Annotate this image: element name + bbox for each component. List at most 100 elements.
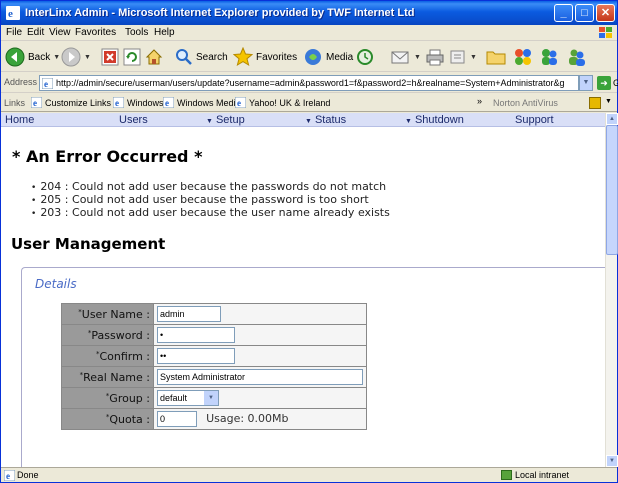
- search-button[interactable]: Search: [175, 46, 228, 68]
- forward-arrow-icon: [61, 47, 81, 67]
- ie-icon: e: [6, 6, 20, 20]
- address-bar: Address e http://admin/secure/userman/us…: [1, 73, 618, 93]
- details-legend: Details: [32, 277, 80, 291]
- minimize-button[interactable]: _: [554, 4, 573, 22]
- address-input[interactable]: e http://admin/secure/userman/users/upda…: [39, 75, 579, 91]
- menu-file[interactable]: File: [6, 27, 22, 38]
- menu-bar: File Edit View Favorites Tools Help: [1, 25, 617, 41]
- mail-button[interactable]: ▼: [391, 46, 421, 68]
- form-row-realname: *Real Name :: [61, 366, 367, 388]
- close-button[interactable]: ✕: [596, 4, 615, 22]
- stop-icon: [101, 48, 119, 66]
- norton-icon[interactable]: [589, 97, 601, 109]
- link-windows-media[interactable]: e Windows Media: [163, 97, 241, 108]
- group-select[interactable]: default ▼: [157, 390, 219, 406]
- link-customize[interactable]: e Customize Links: [31, 97, 111, 108]
- menu-favorites[interactable]: Favorites: [75, 27, 116, 38]
- svg-text:e: e: [237, 98, 241, 108]
- user-details-form: *User Name : *Password : *Confirm : *Rea…: [61, 303, 367, 430]
- nav-shutdown[interactable]: ▼ Shutdown: [405, 114, 464, 126]
- printer-icon: [426, 49, 444, 66]
- local-intranet-icon: [501, 470, 512, 480]
- form-row-confirm: *Confirm :: [61, 345, 367, 367]
- people-icon: [569, 49, 585, 66]
- chevron-down-icon: ▼: [414, 53, 421, 61]
- folder-button[interactable]: [486, 46, 506, 68]
- go-arrow-icon: ➜: [597, 76, 611, 90]
- nav-home[interactable]: Home: [5, 114, 34, 126]
- confirm-password-input[interactable]: [157, 348, 235, 364]
- stop-button[interactable]: [101, 46, 119, 68]
- realname-input[interactable]: [157, 369, 363, 385]
- page-done-icon: e: [4, 470, 15, 481]
- nav-users[interactable]: Users: [119, 114, 148, 126]
- nav-status[interactable]: ▼ Status: [305, 114, 346, 126]
- link-windows[interactable]: e Windows: [113, 97, 164, 108]
- chevron-down-icon[interactable]: ▼: [605, 98, 612, 105]
- form-row-password: *Password :: [61, 324, 367, 346]
- links-overflow-chevron[interactable]: »: [477, 96, 482, 106]
- edit-icon: [450, 50, 465, 64]
- ie-icon: e: [31, 97, 42, 108]
- caret-down-icon: ▼: [305, 118, 312, 125]
- messenger-button[interactable]: [539, 46, 559, 68]
- search-icon: [176, 49, 192, 65]
- scroll-thumb[interactable]: [606, 125, 618, 255]
- vertical-scrollbar[interactable]: ▲ ▼: [605, 113, 618, 467]
- edit-button[interactable]: ▼: [449, 46, 477, 68]
- toolbar: Back ▼ ▼ Search Favorites Media ▼ ▼: [1, 42, 617, 72]
- quota-input[interactable]: [157, 411, 197, 427]
- link-yahoo[interactable]: e Yahoo! UK & Ireland: [235, 97, 330, 108]
- menu-view[interactable]: View: [49, 27, 71, 38]
- error-heading: * An Error Occurred *: [12, 147, 203, 166]
- chevron-down-icon: ▼: [470, 53, 477, 61]
- scroll-down-arrow-icon[interactable]: ▼: [606, 455, 618, 467]
- scroll-up-arrow-icon[interactable]: ▲: [606, 113, 618, 125]
- forward-button[interactable]: ▼: [61, 46, 91, 68]
- group-label: *Group :: [61, 387, 154, 409]
- refresh-button[interactable]: [123, 46, 141, 68]
- home-button[interactable]: [145, 46, 163, 68]
- title-bar: e InterLinx Admin - Microsoft Internet E…: [1, 1, 617, 25]
- svg-text:e: e: [8, 8, 13, 20]
- maximize-button[interactable]: □: [575, 4, 594, 22]
- address-url: http://admin/secure/userman/users/update…: [56, 78, 565, 88]
- svg-text:e: e: [115, 98, 119, 108]
- address-dropdown-button[interactable]: ▼: [579, 75, 593, 91]
- nav-support[interactable]: Support: [515, 114, 554, 126]
- people-button[interactable]: [567, 46, 587, 68]
- links-bar: Links e Customize Links e Windows e Wind…: [1, 94, 617, 112]
- folder-icon: [486, 51, 506, 65]
- ie-icon: e: [163, 97, 174, 108]
- caret-down-icon: ▼: [405, 118, 412, 125]
- svg-text:e: e: [44, 79, 48, 89]
- realname-label: *Real Name :: [61, 366, 154, 388]
- menu-help[interactable]: Help: [154, 27, 175, 38]
- username-input[interactable]: [157, 306, 221, 322]
- ie-icon: e: [235, 97, 246, 108]
- form-row-group: *Group : default ▼: [61, 387, 367, 409]
- back-button[interactable]: Back ▼: [5, 46, 60, 68]
- windows-logo-icon: [599, 27, 612, 38]
- quota-usage: Usage: 0.00Mb: [206, 412, 289, 425]
- refresh-icon: [123, 48, 141, 66]
- nav-setup[interactable]: ▼ Setup: [206, 114, 245, 126]
- history-button[interactable]: [356, 46, 374, 68]
- butterfly-icon: [515, 49, 531, 65]
- address-label: Address: [4, 77, 38, 87]
- password-input[interactable]: [157, 327, 235, 343]
- menu-edit[interactable]: Edit: [27, 27, 44, 38]
- app-nav-bar: Home Users ▼ Setup ▼ Status ▼ Shutdown Supp…: [1, 113, 605, 127]
- go-button[interactable]: ➜ Go: [597, 76, 618, 90]
- butterfly-button[interactable]: [513, 46, 533, 68]
- menu-tools[interactable]: Tools: [125, 27, 148, 38]
- media-button[interactable]: Media: [303, 46, 353, 68]
- form-row-quota: *Quota : Usage: 0.00Mb: [61, 408, 367, 430]
- norton-antivirus-label[interactable]: Norton AntiVirus: [493, 98, 558, 108]
- username-label: *User Name :: [61, 303, 154, 325]
- browser-window: e InterLinx Admin - Microsoft Internet E…: [0, 0, 618, 483]
- svg-text:e: e: [33, 98, 37, 108]
- print-button[interactable]: [426, 46, 444, 68]
- quota-label: *Quota :: [61, 408, 154, 430]
- favorites-button[interactable]: Favorites: [233, 46, 297, 68]
